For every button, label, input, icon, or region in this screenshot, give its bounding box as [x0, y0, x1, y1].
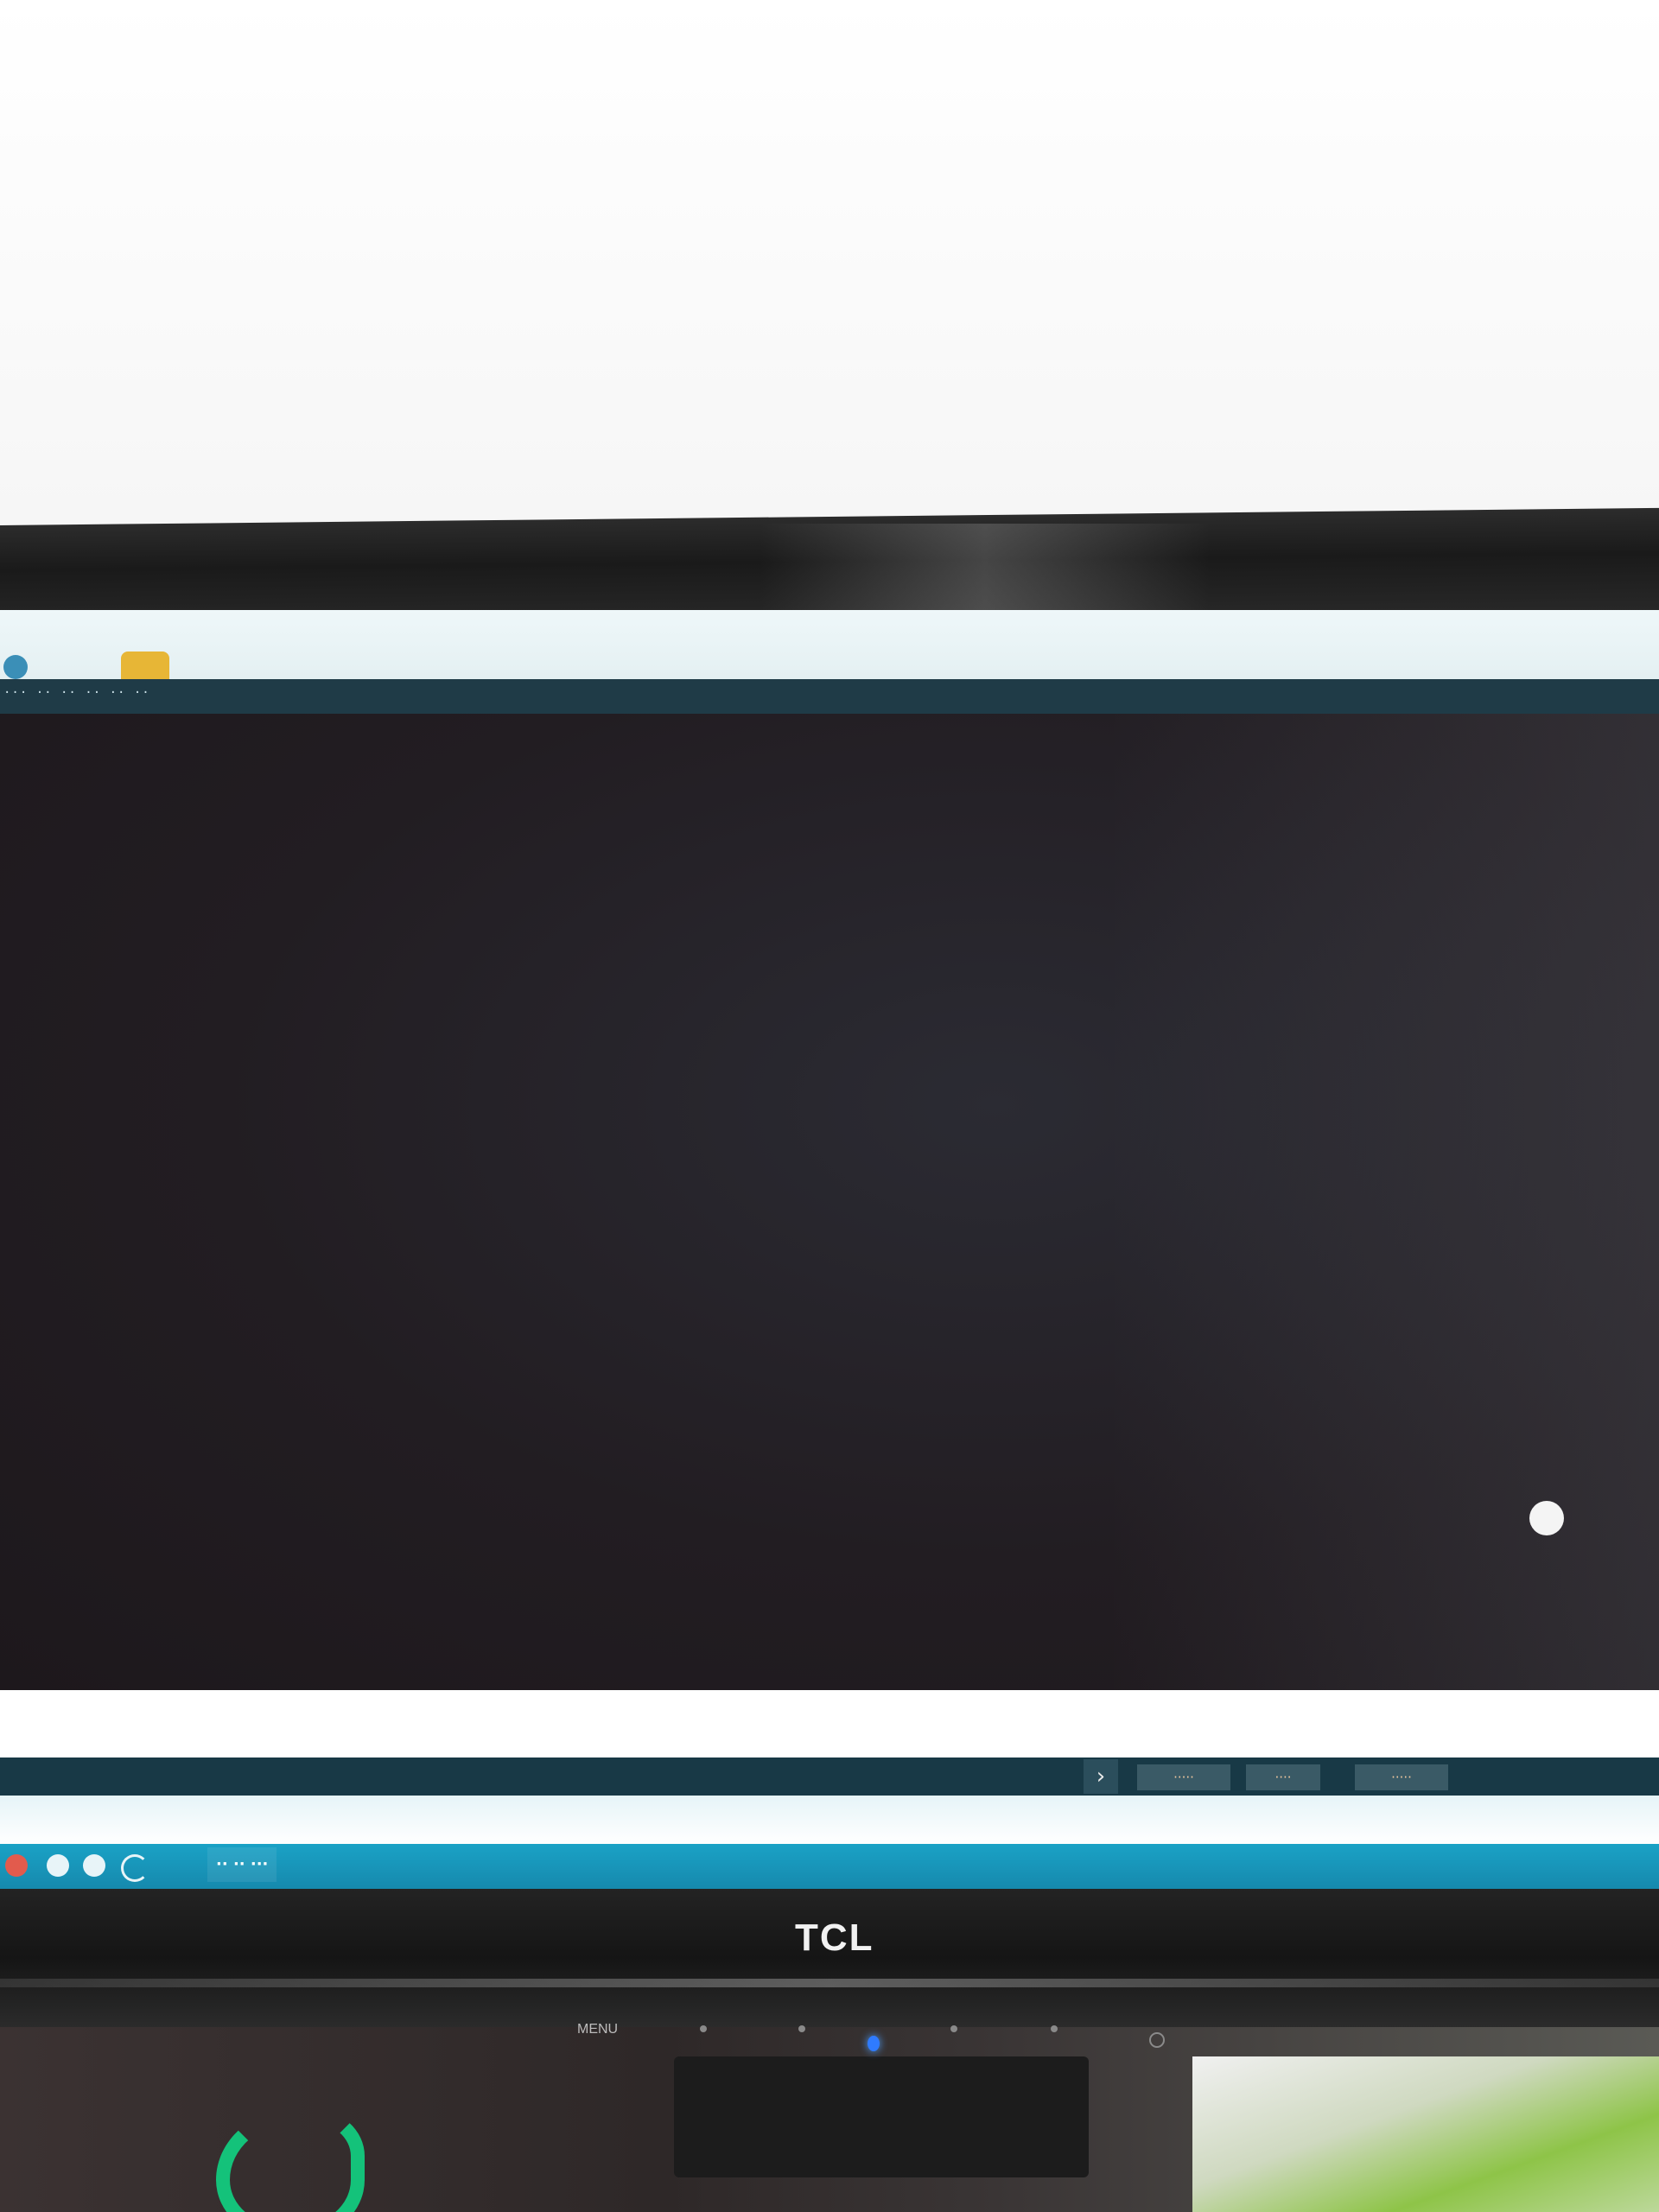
bezel-button-2[interactable] [798, 2025, 805, 2032]
bezel-shine [0, 1979, 1659, 1987]
photo-scene: ··· ·· ·· ·· ·· ·· › ····· ···· ····· ··… [0, 0, 1659, 2212]
monitor-stand [674, 2056, 1089, 2177]
bezel-button-3[interactable] [950, 2025, 957, 2032]
screen-gap-band [0, 1796, 1659, 1844]
desk-paper [1192, 2056, 1659, 2212]
status-button-1[interactable]: ····· [1137, 1764, 1230, 1790]
main-canvas[interactable] [0, 714, 1659, 1690]
taskbar-pinned-icon-1[interactable] [47, 1854, 69, 1877]
start-icon[interactable] [5, 1854, 28, 1877]
app-toolbar: ··· ·· ·· ·· ·· ·· [0, 679, 1659, 714]
folder-icon[interactable] [121, 652, 169, 681]
taskbar-task-button[interactable]: ·· ·· ··· [207, 1847, 277, 1882]
menu-button-label[interactable]: MENU [577, 2022, 618, 2037]
pointer-icon [1529, 1501, 1564, 1535]
chevron-right-icon[interactable]: › [1084, 1759, 1118, 1794]
screen-glare [1106, 714, 1659, 1690]
taskbar-pinned-icon-2[interactable] [83, 1854, 105, 1877]
wall-background [0, 0, 1659, 527]
toolbar-text[interactable]: ··· ·· ·· ·· ·· ·· [3, 686, 150, 700]
taskbar-pinned-icon-3[interactable] [121, 1854, 149, 1882]
monitor-screen: ··· ·· ·· ·· ·· ·· › ····· ···· ····· ··… [0, 610, 1659, 1889]
app-icon[interactable] [3, 655, 28, 679]
status-button-2[interactable]: ···· [1246, 1764, 1320, 1790]
power-button[interactable] [1149, 2032, 1165, 2048]
status-button-3[interactable]: ····· [1355, 1764, 1448, 1790]
bezel-button-1[interactable] [700, 2025, 707, 2032]
bezel-reflection [760, 524, 1210, 619]
power-led-icon[interactable] [868, 2036, 880, 2051]
bezel-button-4[interactable] [1051, 2025, 1058, 2032]
app-title-bar [0, 610, 1659, 681]
monitor-brand-logo: TCL [795, 1916, 874, 1959]
